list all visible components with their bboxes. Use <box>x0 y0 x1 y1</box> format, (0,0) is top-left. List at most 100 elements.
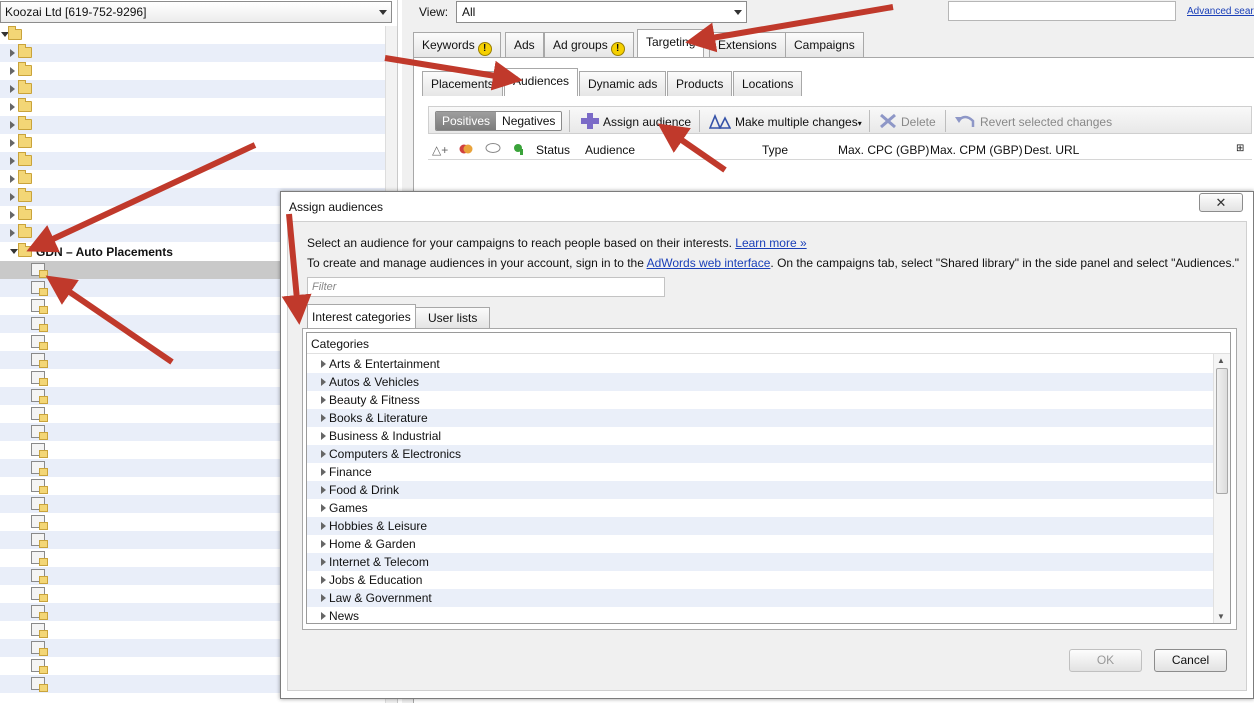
expand-icon[interactable] <box>10 211 15 219</box>
category-item[interactable]: Computers & Electronics <box>307 445 1213 463</box>
category-item[interactable]: Jobs & Education <box>307 571 1213 589</box>
tab-keywords[interactable]: Keywords! <box>413 32 501 57</box>
comments-icon <box>485 143 501 158</box>
expand-icon[interactable] <box>10 229 15 237</box>
expand-icon[interactable] <box>321 504 326 512</box>
column-type[interactable]: Type <box>762 143 788 157</box>
expand-icon[interactable] <box>10 175 15 183</box>
category-item[interactable]: Law & Government <box>307 589 1213 607</box>
tree-row[interactable] <box>0 116 385 134</box>
ok-button[interactable]: OK <box>1069 649 1142 672</box>
close-button[interactable]: ✕ <box>1199 193 1243 212</box>
categories-scrollbar[interactable]: ▲ ▼ <box>1213 354 1230 623</box>
ad-group-icon <box>31 551 48 566</box>
tree-row[interactable] <box>0 170 385 188</box>
collapse-icon[interactable] <box>10 249 18 254</box>
make-multiple-changes-button[interactable]: Make multiple changes▾ <box>705 111 866 131</box>
expand-icon[interactable] <box>321 576 326 584</box>
folder-icon <box>8 26 22 40</box>
tab-products[interactable]: Products <box>667 71 733 96</box>
column-max-cpc[interactable]: Max. CPC (GBP) <box>838 143 929 157</box>
instructions-text: . On the campaigns tab, select "Shared l… <box>770 256 1240 270</box>
column-chooser-icon[interactable]: ⊞ <box>1236 143 1244 154</box>
positives-button[interactable]: Positives <box>436 112 497 130</box>
expand-icon[interactable] <box>321 594 326 602</box>
tree-row[interactable] <box>0 44 385 62</box>
tree-row[interactable] <box>0 134 385 152</box>
expand-icon[interactable] <box>10 49 15 57</box>
tab-dynamic-ads[interactable]: Dynamic ads <box>579 71 667 96</box>
category-item[interactable]: Games <box>307 499 1213 517</box>
folder-icon <box>18 44 32 58</box>
expand-icon[interactable] <box>10 103 15 111</box>
tab-user-lists[interactable]: User lists <box>415 307 491 328</box>
assign-audience-button[interactable]: Assign audience <box>577 111 695 131</box>
expand-icon[interactable] <box>321 522 326 530</box>
tab-locations[interactable]: Locations <box>733 71 803 96</box>
delete-button[interactable]: Delete <box>875 111 940 131</box>
tree-row[interactable] <box>0 98 385 116</box>
scrollbar-thumb[interactable] <box>1216 368 1228 494</box>
expand-icon[interactable] <box>321 558 326 566</box>
category-item[interactable]: News <box>307 607 1213 623</box>
expand-icon[interactable] <box>321 360 326 368</box>
tab-ads[interactable]: Ads <box>505 32 544 57</box>
scroll-down-icon[interactable]: ▼ <box>1217 612 1225 621</box>
expand-icon[interactable] <box>10 193 15 201</box>
cancel-button[interactable]: Cancel <box>1154 649 1227 672</box>
expand-icon[interactable] <box>321 396 326 404</box>
tab-targeting[interactable]: Targeting <box>637 29 705 57</box>
category-item[interactable]: Finance <box>307 463 1213 481</box>
tab-extensions[interactable]: Extensions <box>709 32 786 57</box>
expand-icon[interactable] <box>321 486 326 494</box>
filter-input[interactable]: Filter <box>307 277 665 297</box>
tree-row[interactable] <box>0 152 385 170</box>
category-item[interactable]: Arts & Entertainment <box>307 355 1213 373</box>
search-input[interactable] <box>948 1 1176 21</box>
expand-icon[interactable] <box>321 468 326 476</box>
expand-icon[interactable] <box>10 139 15 147</box>
expand-icon[interactable] <box>10 121 15 129</box>
account-select[interactable]: Koozai Ltd [619-752-9296] <box>0 1 392 23</box>
expand-icon[interactable] <box>321 612 326 620</box>
warning-icon: ! <box>477 42 492 56</box>
view-select[interactable]: All <box>456 1 747 23</box>
column-max-cpm[interactable]: Max. CPM (GBP) <box>930 143 1023 157</box>
column-dest-url[interactable]: Dest. URL <box>1024 143 1079 157</box>
category-item[interactable]: Home & Garden <box>307 535 1213 553</box>
tree-row-root[interactable] <box>0 26 385 44</box>
advanced-search-link[interactable]: Advanced search <box>1187 6 1254 17</box>
expand-icon[interactable] <box>321 450 326 458</box>
negatives-button[interactable]: Negatives <box>496 112 562 130</box>
expand-icon[interactable] <box>10 67 15 75</box>
tree-row[interactable] <box>0 80 385 98</box>
learn-more-link[interactable]: Learn more » <box>735 236 806 250</box>
tab-campaigns[interactable]: Campaigns <box>785 32 864 57</box>
adwords-web-interface-link[interactable]: AdWords web interface <box>647 256 771 270</box>
category-item[interactable]: Food & Drink <box>307 481 1213 499</box>
tab-audiences[interactable]: Audiences <box>504 68 579 96</box>
expand-icon[interactable] <box>10 157 15 165</box>
status-indicator-icon <box>513 143 525 158</box>
column-audience[interactable]: Audience <box>585 143 635 157</box>
expand-icon[interactable] <box>321 540 326 548</box>
column-status[interactable]: Status <box>536 143 570 157</box>
tab-interest-categories[interactable]: Interest categories <box>307 304 416 328</box>
positives-negatives-toggle[interactable]: Positives Negatives <box>435 111 563 131</box>
expand-icon[interactable] <box>10 85 15 93</box>
expand-icon[interactable] <box>321 432 326 440</box>
expand-icon[interactable] <box>321 378 326 386</box>
tree-row[interactable] <box>0 62 385 80</box>
category-item[interactable]: Hobbies & Leisure <box>307 517 1213 535</box>
tab-placements[interactable]: Placements <box>422 71 503 96</box>
category-item[interactable]: Beauty & Fitness <box>307 391 1213 409</box>
category-item[interactable]: Autos & Vehicles <box>307 373 1213 391</box>
revert-changes-button[interactable]: Revert selected changes <box>950 111 1116 131</box>
scroll-up-icon[interactable]: ▲ <box>1217 356 1225 365</box>
category-item[interactable]: Business & Industrial <box>307 427 1213 445</box>
button-label: Delete <box>901 115 936 129</box>
expand-icon[interactable] <box>321 414 326 422</box>
category-item[interactable]: Internet & Telecom <box>307 553 1213 571</box>
tab-ad-groups[interactable]: Ad groups! <box>544 32 634 57</box>
category-item[interactable]: Books & Literature <box>307 409 1213 427</box>
